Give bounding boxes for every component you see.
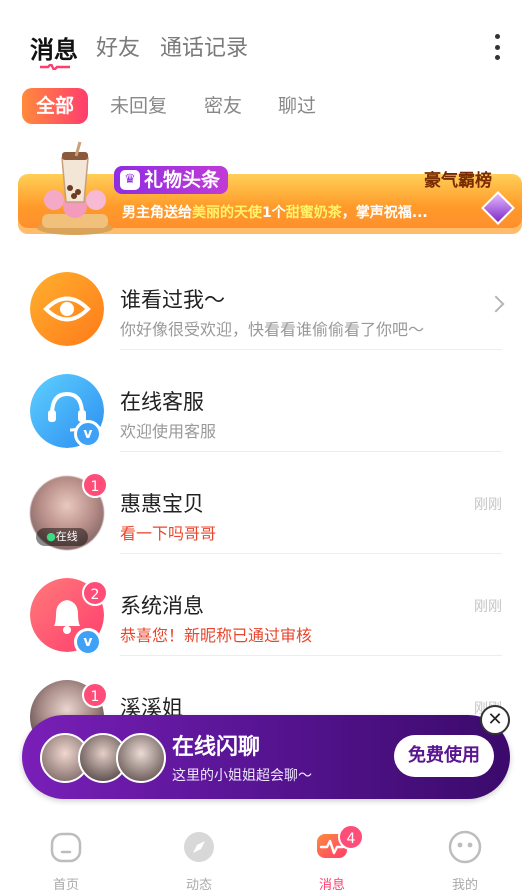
avatar [116, 733, 166, 783]
promo-subtitle: 这里的小姐姐超会聊～ [172, 768, 312, 784]
banner-text-highlight-2: 甜蜜奶茶 [285, 205, 342, 221]
list-item-title: 谁看过我～ [120, 288, 225, 312]
filter-unreplied[interactable]: 未回复 [110, 88, 167, 124]
list-item-title: 系统消息 [120, 594, 204, 618]
eye-icon [30, 272, 104, 346]
verified-badge-icon: v [74, 628, 102, 656]
message-list: 谁看过我～ 你好像很受欢迎，快看看谁偷偷看了你吧～ v 在线客服 欢迎使用客服 … [0, 248, 524, 758]
list-item-time: 刚刚 [474, 599, 502, 615]
gift-headline-banner[interactable]: ♛ 礼物头条 豪气霸榜 男主角送给美丽的天使1个甜蜜奶茶，掌声祝福... [18, 140, 522, 236]
verified-badge-icon: v [74, 420, 102, 448]
chevron-right-icon [487, 295, 505, 313]
list-item-system-messages[interactable]: v 2 系统消息 恭喜您！新昵称已通过审核 刚刚 [0, 554, 524, 656]
top-tab-bar: 消息 好友 通话记录 [0, 0, 524, 80]
promo-title: 在线闪聊 [172, 735, 261, 760]
unread-count-badge: 1 [82, 472, 108, 498]
nav-home[interactable]: 首页 [26, 830, 106, 890]
nav-messages-label: 消息 [318, 878, 345, 890]
free-use-button[interactable]: 免费使用 [394, 735, 494, 777]
list-item-customer-service[interactable]: v 在线客服 欢迎使用客服 [0, 350, 524, 452]
tab-active-indicator [40, 64, 70, 70]
nav-profile-label: 我的 [451, 878, 478, 890]
nav-moments-label: 动态 [185, 878, 212, 890]
list-item-subtitle: 恭喜您！新昵称已通过审核 [120, 626, 313, 645]
gift-headline-tag-label: 礼物头条 [144, 169, 221, 191]
nav-moments[interactable]: 动态 [159, 830, 239, 890]
list-item-time: 刚刚 [474, 497, 502, 513]
gift-headline-tag: ♛ 礼物头条 [114, 166, 229, 194]
nav-profile[interactable]: 我的 [425, 830, 505, 890]
nav-unread-badge: 4 [338, 824, 364, 850]
compass-icon [184, 832, 214, 862]
list-item-subtitle: 看一下吗哥哥 [120, 524, 217, 543]
filter-all[interactable]: 全部 [22, 88, 89, 124]
milk-tea-trophy-icon [37, 141, 113, 235]
filter-close-friends[interactable]: 密友 [204, 88, 242, 124]
bottom-nav: 首页 动态 4 消息 我的 [0, 820, 524, 890]
banner-text-highlight-1: 美丽的天使 [192, 205, 262, 221]
list-item-title: 惠惠宝贝 [120, 492, 204, 516]
list-item-chat[interactable]: ●在线 1 惠惠宝贝 看一下吗哥哥 刚刚 [0, 452, 524, 554]
nav-home-label: 首页 [52, 878, 79, 890]
close-icon[interactable]: ✕ [480, 705, 510, 735]
list-item-subtitle: 欢迎使用客服 [120, 422, 217, 441]
profile-face-icon [448, 830, 482, 864]
tab-call-records[interactable]: 通话记录 [160, 30, 248, 62]
list-item-subtitle: 你好像很受欢迎，快看看谁偷偷看了你吧～ [120, 320, 425, 339]
more-vertical-icon[interactable] [492, 34, 502, 60]
nav-messages[interactable]: 4 消息 [292, 824, 372, 890]
unread-count-badge: 2 [82, 580, 108, 606]
list-item-title: 在线客服 [120, 390, 204, 414]
banner-rank-label: 豪气霸榜 [424, 171, 492, 191]
online-status-tag: ●在线 [36, 528, 88, 546]
banner-gift-text: 男主角送给美丽的天使1个甜蜜奶茶，掌声祝福... [122, 202, 428, 222]
online-status-label: 在线 [55, 530, 78, 543]
banner-text-mid: 1个 [262, 205, 286, 221]
unread-count-badge: 1 [82, 682, 108, 708]
promo-avatar-group [40, 733, 190, 785]
filter-chatted[interactable]: 聊过 [278, 88, 316, 124]
tab-friends[interactable]: 好友 [96, 30, 140, 62]
flash-chat-promo[interactable]: 在线闪聊 这里的小姐姐超会聊～ 免费使用 ✕ [22, 705, 510, 799]
banner-text-prefix: 男主角送给 [122, 205, 192, 221]
tab-messages[interactable]: 消息 [30, 30, 78, 65]
home-icon [50, 832, 82, 863]
list-item-who-viewed-me[interactable]: 谁看过我～ 你好像很受欢迎，快看看谁偷偷看了你吧～ [0, 248, 524, 350]
crown-icon: ♛ [120, 170, 140, 190]
banner-text-suffix: ，掌声祝福... [341, 205, 428, 221]
